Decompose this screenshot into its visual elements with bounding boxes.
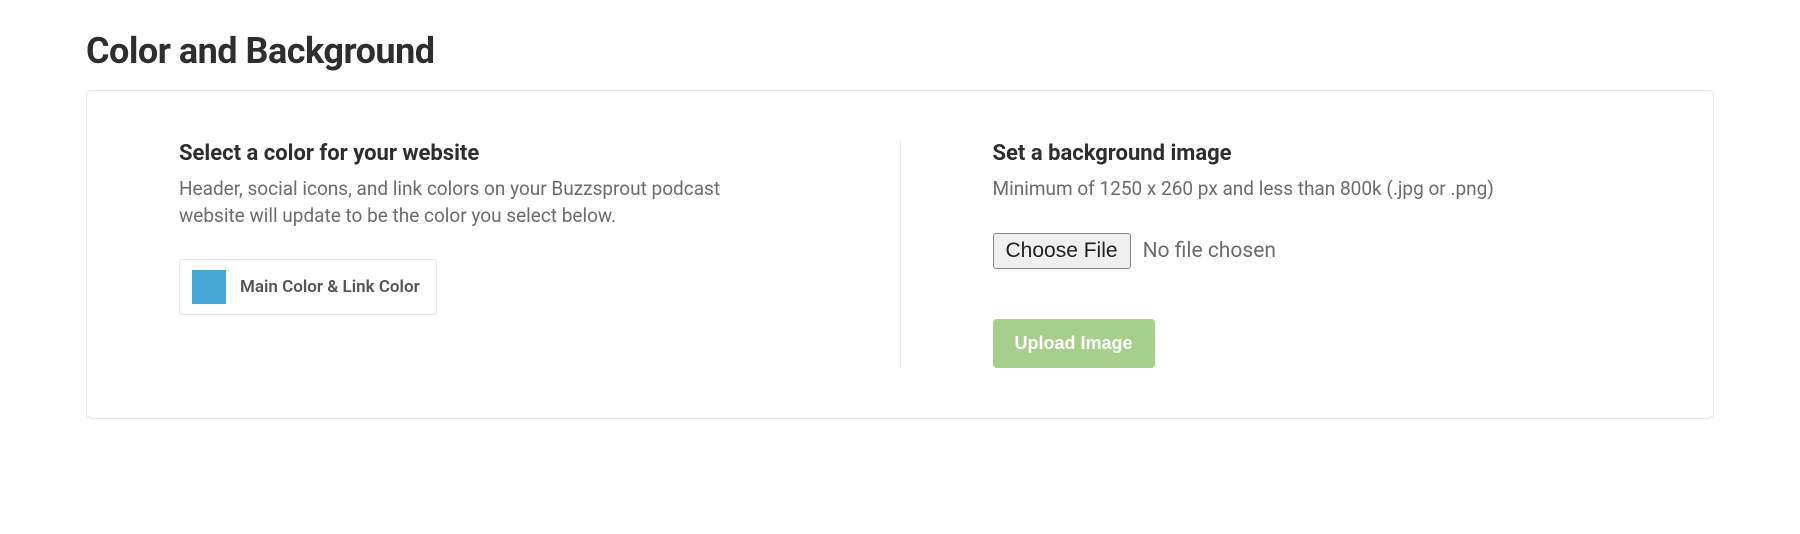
settings-panel: Select a color for your website Header, … xyxy=(86,90,1714,419)
upload-image-button[interactable]: Upload Image xyxy=(993,319,1155,368)
file-chosen-status: No file chosen xyxy=(1143,239,1276,263)
page-title: Color and Background xyxy=(86,30,1714,72)
color-section-heading: Select a color for your website xyxy=(179,141,808,166)
file-input-row: Choose File No file chosen xyxy=(993,233,1622,269)
color-swatch-label: Main Color & Link Color xyxy=(240,277,420,297)
color-column: Select a color for your website Header, … xyxy=(87,141,901,368)
main-color-picker[interactable]: Main Color & Link Color xyxy=(179,259,437,315)
choose-file-button[interactable]: Choose File xyxy=(993,233,1131,269)
color-swatch-icon xyxy=(192,270,226,304)
background-section-description: Minimum of 1250 x 260 px and less than 8… xyxy=(993,176,1553,203)
background-section-heading: Set a background image xyxy=(993,141,1622,166)
color-section-description: Header, social icons, and link colors on… xyxy=(179,176,739,229)
background-column: Set a background image Minimum of 1250 x… xyxy=(901,141,1714,368)
